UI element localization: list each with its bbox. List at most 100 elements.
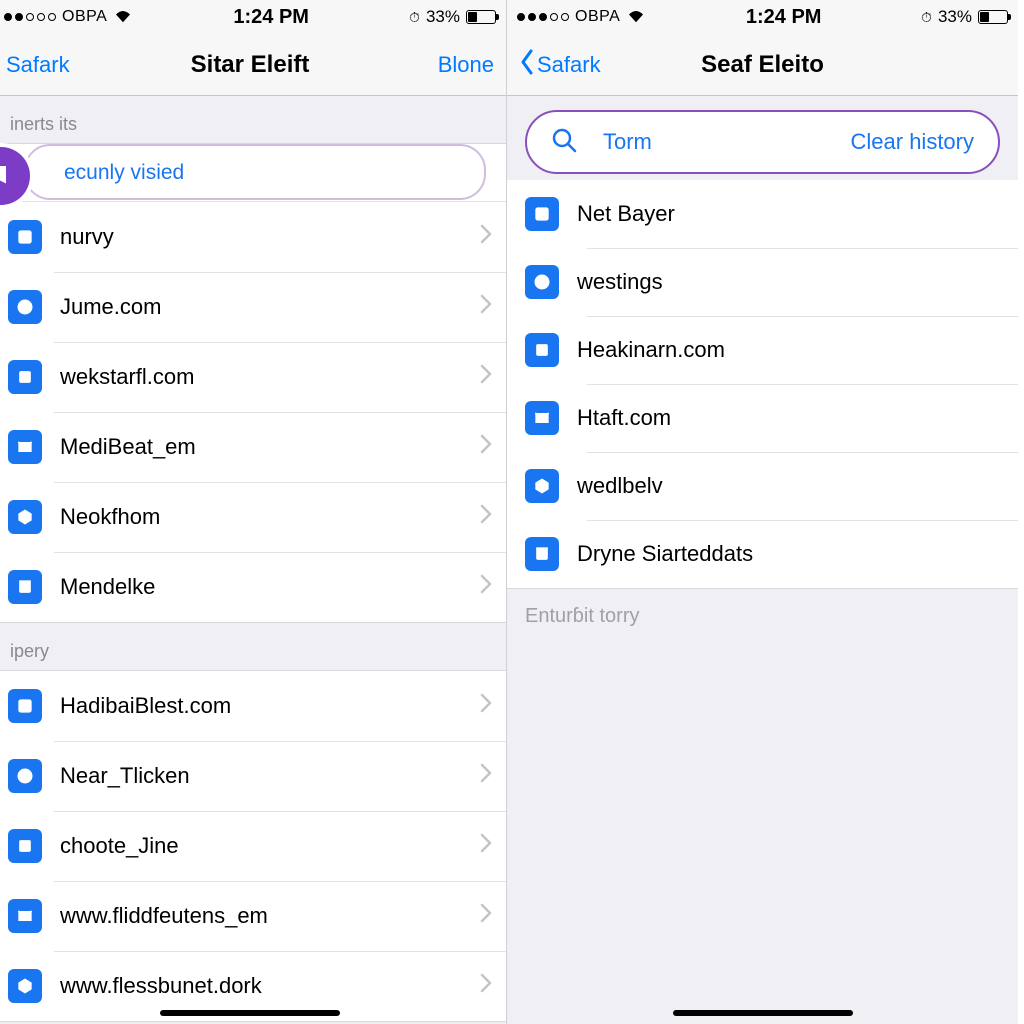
list-item-label: Neokfhom: [60, 504, 462, 530]
list-item[interactable]: Net Bayer: [507, 180, 1018, 248]
site-icon: [8, 829, 42, 863]
nav-action-label: Blone: [438, 52, 494, 78]
list-item-label: Htaft.com: [577, 405, 1004, 431]
list-item-label: www.flessbunet.dork: [60, 973, 462, 999]
site-icon: [8, 430, 42, 464]
battery-percent: 33%: [938, 7, 972, 27]
battery-percent: 33%: [426, 7, 460, 27]
list-item[interactable]: wedlbelv: [507, 452, 1018, 520]
site-icon: [525, 537, 559, 571]
status-bar: OBPA 1:24 PM ⏱ 33%: [507, 0, 1018, 34]
site-icon: [8, 220, 42, 254]
chevron-right-icon: [480, 294, 492, 320]
site-icon: [8, 570, 42, 604]
site-icon: [8, 899, 42, 933]
list-item-highlight[interactable]: ecunly visied: [0, 144, 506, 202]
nav-bar: Safark Sitar Eleift Blone: [0, 34, 506, 96]
signal-dots-icon: [4, 13, 56, 21]
list-item[interactable]: HadibaiBlest.com: [0, 671, 506, 741]
home-indicator: [160, 1010, 340, 1016]
battery-icon: [978, 10, 1008, 24]
status-bar: OBPA 1:24 PM ⏱ 33%: [0, 0, 506, 34]
page-title: Sitar Eleift: [0, 51, 506, 79]
highlight-label: ecunly visied: [64, 161, 492, 185]
list-item[interactable]: www.fliddfeutens_em: [0, 881, 506, 951]
chevron-right-icon: [480, 434, 492, 460]
section-header: ipery: [0, 623, 506, 670]
site-icon: [525, 333, 559, 367]
back-button[interactable]: Safark: [6, 52, 70, 78]
list-item[interactable]: wekstarfl.com: [0, 342, 506, 412]
search-term: Torm: [603, 129, 652, 155]
site-icon: [525, 197, 559, 231]
alarm-icon: ⏱: [921, 9, 932, 26]
list-item[interactable]: MediBeat_em: [0, 412, 506, 482]
nav-back-label: Safark: [6, 52, 70, 78]
site-icon: [525, 265, 559, 299]
nav-bar: Safark Seaf Eleito: [507, 34, 1018, 96]
search-clear-bar[interactable]: Torm Clear history: [525, 110, 1000, 174]
site-icon: [525, 401, 559, 435]
list-item-label: MediBeat_em: [60, 434, 462, 460]
list-item-label: www.fliddfeutens_em: [60, 903, 462, 929]
status-time: 1:24 PM: [233, 6, 309, 29]
chevron-right-icon: [480, 903, 492, 929]
site-icon: [8, 500, 42, 534]
wifi-icon: [626, 7, 646, 28]
back-button[interactable]: Safark: [519, 49, 601, 81]
list-item[interactable]: nurvy: [0, 202, 506, 272]
nav-action-button[interactable]: Blone: [438, 52, 494, 78]
signal-dots-icon: [517, 13, 569, 21]
list-item[interactable]: choote_Jine: [0, 811, 506, 881]
chevron-right-icon: [480, 763, 492, 789]
list-item-label: Net Bayer: [577, 201, 1004, 227]
chevron-left-icon: [519, 49, 535, 81]
site-icon: [8, 689, 42, 723]
list-item[interactable]: Neokfhom: [0, 482, 506, 552]
wifi-icon: [113, 7, 133, 28]
list-item-label: Jume.com: [60, 294, 462, 320]
list-item-label: westings: [577, 269, 1004, 295]
site-icon: [8, 290, 42, 324]
list-item-label: nurvy: [60, 224, 462, 250]
carrier-label: OBPA: [575, 8, 620, 26]
list-item-label: wedlbelv: [577, 473, 1004, 499]
list-item[interactable]: Near_Tlicken: [0, 741, 506, 811]
battery-icon: [466, 10, 496, 24]
chevron-right-icon: [480, 364, 492, 390]
chevron-right-icon: [480, 504, 492, 530]
list-item-label: Heakinarn.com: [577, 337, 1004, 363]
chevron-right-icon: [480, 973, 492, 999]
site-icon: [8, 759, 42, 793]
list-item-label: HadibaiBlest.com: [60, 693, 462, 719]
site-icon: [8, 969, 42, 1003]
list-item[interactable]: Heakinarn.com: [507, 316, 1018, 384]
chevron-right-icon: [480, 574, 492, 600]
footer-text: Enturɓit torry: [507, 589, 1018, 644]
list-item[interactable]: Htaft.com: [507, 384, 1018, 452]
list-item[interactable]: Mendelke: [0, 552, 506, 622]
alarm-icon: ⏱: [409, 9, 420, 26]
list-item-label: Dryne Siarteddats: [577, 541, 1004, 567]
nav-back-label: Safark: [537, 52, 601, 78]
list-item[interactable]: Jume.com: [0, 272, 506, 342]
site-icon: [8, 360, 42, 394]
chevron-right-icon: [480, 224, 492, 250]
list-item-label: wekstarfl.com: [60, 364, 462, 390]
site-icon: [525, 469, 559, 503]
left-screenshot: OBPA 1:24 PM ⏱ 33% Safark Sitar Eleift B…: [0, 0, 506, 1024]
chevron-right-icon: [480, 833, 492, 859]
right-screenshot: OBPA 1:24 PM ⏱ 33% Safark Seaf Eleito To…: [506, 0, 1018, 1024]
chevron-right-icon: [480, 693, 492, 719]
list-item[interactable]: Dryne Siarteddats: [507, 520, 1018, 588]
list-item[interactable]: westings: [507, 248, 1018, 316]
list-item-label: choote_Jine: [60, 833, 462, 859]
home-indicator: [673, 1010, 853, 1016]
section-header: inerts its: [0, 96, 506, 143]
list-item-label: Near_Tlicken: [60, 763, 462, 789]
list-item-label: Mendelke: [60, 574, 462, 600]
search-icon: [551, 127, 577, 158]
carrier-label: OBPA: [62, 8, 107, 26]
status-time: 1:24 PM: [746, 6, 822, 29]
clear-history-button[interactable]: Clear history: [851, 129, 974, 155]
